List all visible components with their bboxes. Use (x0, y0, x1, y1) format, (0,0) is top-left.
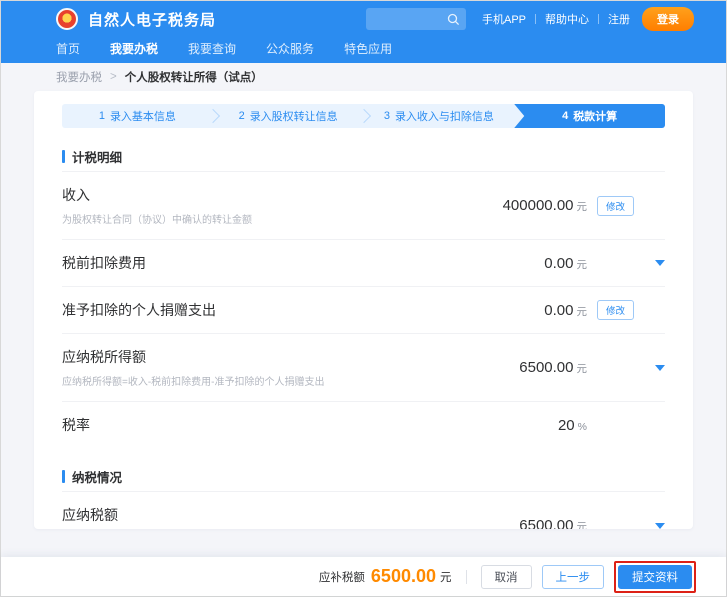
previous-step-button[interactable]: 上一步 (542, 565, 605, 589)
modify-income-button[interactable]: 修改 (597, 196, 634, 216)
table-row-taxable-income: 应纳税所得额 应纳税所得额=收入-税前扣除费用-准予扣除的个人捐赠支出 6500… (62, 334, 665, 402)
due-tax-amount: 6500.00 (371, 566, 436, 587)
site-title: 自然人电子税务局 (88, 9, 216, 30)
modify-donation-button[interactable]: 修改 (597, 300, 634, 320)
breadcrumb: 我要办税 > 个人股权转让所得（试点） (1, 63, 726, 91)
section-tax-payment: 纳税情况 (62, 462, 665, 492)
expand-caret-icon[interactable] (655, 365, 665, 371)
divider (466, 570, 467, 584)
nav-item-query[interactable]: 我要查询 (188, 40, 236, 61)
table-row-tax-rate: 税率 20% (62, 402, 665, 448)
nav-item-tax-handling[interactable]: 我要办税 (110, 40, 158, 61)
step-3-income-deduction-info[interactable]: 3 录入收入与扣除信息 (364, 104, 515, 128)
section-tax-detail: 计税明细 (62, 142, 665, 172)
step-progress-bar: 1 录入基本信息 2 录入股权转让信息 3 录入收入与扣除信息 4 税款计算 (62, 104, 665, 128)
search-icon[interactable] (447, 13, 460, 26)
submit-button[interactable]: 提交资料 (618, 565, 692, 589)
table-row-donation-deduction: 准予扣除的个人捐赠支出 0.00元 修改 (62, 287, 665, 334)
annotation-highlight-box: 提交资料 (614, 561, 696, 593)
main-nav: 首页 我要办税 我要查询 公众服务 特色应用 (1, 37, 726, 63)
divider (598, 14, 599, 24)
nav-item-public-service[interactable]: 公众服务 (266, 40, 314, 61)
search-input[interactable] (366, 8, 466, 30)
nav-item-featured-apps[interactable]: 特色应用 (344, 40, 392, 61)
help-center-link[interactable]: 帮助中心 (545, 11, 589, 27)
header: 自然人电子税务局 手机APP 帮助中心 注册 登录 首页 我要办税 我要查询 公… (1, 1, 726, 63)
section-accent-bar (62, 470, 65, 483)
table-row-pretax-deduction: 税前扣除费用 0.00元 (62, 240, 665, 287)
due-tax-unit: 元 (440, 569, 452, 585)
step-2-equity-transfer-info[interactable]: 2 录入股权转让信息 (213, 104, 364, 128)
divider (535, 14, 536, 24)
login-button[interactable]: 登录 (642, 7, 694, 31)
action-footer: 应补税额 6500.00 元 取消 上一步 提交资料 (1, 557, 726, 596)
step-1-basic-info[interactable]: 1 录入基本信息 (62, 104, 213, 128)
breadcrumb-current: 个人股权转让所得（试点） (125, 69, 263, 85)
table-row-income: 收入 为股权转让合同（协议）中确认的转让金额 400000.00元 修改 (62, 172, 665, 240)
expand-caret-icon[interactable] (655, 523, 665, 529)
tax-bureau-logo (56, 8, 78, 30)
cancel-button[interactable]: 取消 (481, 565, 532, 589)
nav-item-home[interactable]: 首页 (56, 40, 80, 61)
step-4-tax-calculation[interactable]: 4 税款计算 (514, 104, 665, 128)
breadcrumb-separator-icon: > (110, 71, 117, 83)
table-row-tax-payable: 应纳税额 应纳税额=应纳税所得额*税率 6500.00元 (62, 492, 665, 529)
tax-calculation-card: 1 录入基本信息 2 录入股权转让信息 3 录入收入与扣除信息 4 税款计算 计… (34, 91, 693, 529)
breadcrumb-parent[interactable]: 我要办税 (56, 69, 102, 85)
mobile-app-link[interactable]: 手机APP (482, 11, 526, 27)
section-accent-bar (62, 150, 65, 163)
register-link[interactable]: 注册 (608, 11, 630, 27)
expand-caret-icon[interactable] (655, 260, 665, 266)
due-tax-label: 应补税额 (319, 569, 365, 585)
